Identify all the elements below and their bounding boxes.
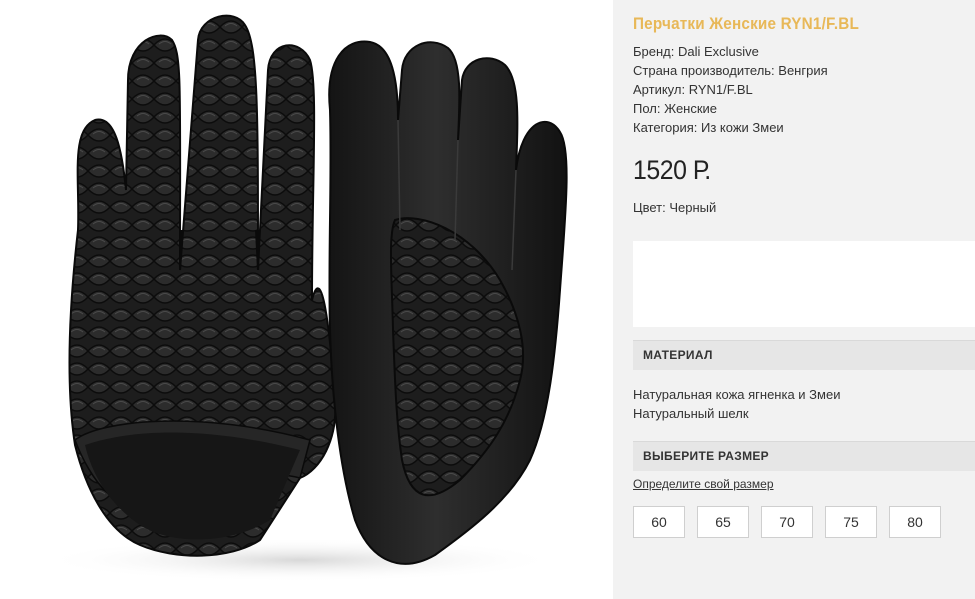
spec-gender: Пол: Женские — [633, 101, 718, 116]
size-guide-link[interactable]: Определите свой размер — [633, 477, 774, 491]
material-item: Натуральный шелк — [633, 406, 749, 421]
spec-brand: Бренд: Dali Exclusive — [633, 44, 759, 59]
size-option-80[interactable]: 80 — [889, 506, 941, 538]
size-heading: ВЫБЕРИТЕ РАЗМЕР — [633, 441, 975, 471]
size-option-70[interactable]: 70 — [761, 506, 813, 538]
product-photo — [0, 0, 612, 599]
material-heading-label: МАТЕРИАЛ — [643, 348, 713, 362]
size-heading-label: ВЫБЕРИТЕ РАЗМЕР — [643, 449, 769, 463]
material-item: Натуральная кожа ягненка и Змеи — [633, 387, 841, 402]
size-options: 60 65 70 75 80 — [633, 506, 953, 538]
product-info-panel: Перчатки Женские RYN1/F.BL Бренд: Dali E… — [613, 0, 975, 599]
gloves-image — [40, 14, 568, 582]
spec-sku: Артикул: RYN1/F.BL — [633, 82, 753, 97]
spec-country: Страна производитель: Венгрия — [633, 63, 828, 78]
product-specs: Бренд: Dali Exclusive Страна производите… — [633, 42, 828, 137]
right-glove — [328, 40, 568, 565]
material-list: Натуральная кожа ягненка и Змеи Натураль… — [633, 385, 840, 423]
spec-category: Категория: Из кожи Змеи — [633, 120, 784, 135]
material-heading: МАТЕРИАЛ — [633, 340, 975, 370]
product-price: 1520 Р. — [633, 155, 711, 185]
size-option-75[interactable]: 75 — [825, 506, 877, 538]
size-option-60[interactable]: 60 — [633, 506, 685, 538]
product-title: Перчатки Женские RYN1/F.BL — [633, 14, 860, 33]
size-option-65[interactable]: 65 — [697, 506, 749, 538]
product-color: Цвет: Черный — [633, 200, 717, 215]
blank-panel — [633, 241, 975, 327]
left-glove — [68, 14, 337, 557]
